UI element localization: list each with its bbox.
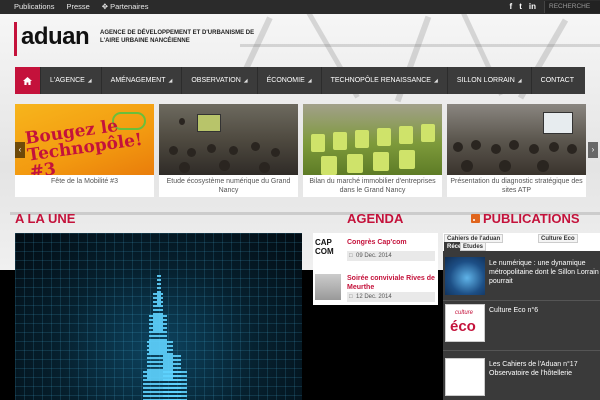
top-links: Publications Presse ✥ Partenaires: [14, 2, 148, 11]
agenda-thumbnail: CAP COM: [315, 238, 341, 264]
slide-image: [303, 104, 442, 175]
chevron-left-icon: ‹: [18, 145, 22, 154]
thumbnail-culture-text: culture: [455, 310, 474, 316]
publication-thumbnail: [445, 257, 485, 295]
slide-image: [159, 104, 298, 175]
linkedin-icon[interactable]: in: [529, 1, 536, 13]
logo-text: aduan: [21, 23, 90, 50]
tab-culture-eco[interactable]: Culture Eco: [538, 234, 578, 243]
caret-icon: ◢: [243, 77, 248, 84]
slide-immobilier[interactable]: Bilan du marché immobilier d'entreprises…: [303, 104, 442, 197]
slide-image: [447, 104, 586, 175]
slide-image-text: Bougez le Technopôle! #3: [23, 116, 144, 175]
nav-item-agence[interactable]: L'AGENCE ◢: [41, 67, 102, 94]
nav-item-economie[interactable]: ÉCONOMIE ◢: [258, 67, 322, 94]
slide-ecosysteme[interactable]: Etude écosystème numérique du Grand Nanc…: [159, 104, 298, 197]
publications-title-text: PUBLICATIONS: [483, 211, 580, 226]
agenda-title[interactable]: Congrès Cap'com: [347, 238, 437, 247]
slide-atp[interactable]: Présentation du diagnostic stratégique d…: [447, 104, 586, 197]
publication-thumbnail: culture éco: [445, 304, 485, 342]
publication-title[interactable]: Culture Eco n°6: [489, 306, 599, 315]
nav-label: AMÉNAGEMENT: [110, 77, 166, 84]
slider-next-button[interactable]: ›: [588, 142, 598, 158]
nav-label: TECHNOPÔLE RENAISSANCE: [330, 77, 431, 84]
publication-title[interactable]: Le numérique : une dynamique métropolita…: [489, 259, 599, 286]
home-icon: [23, 76, 32, 85]
main-nav: L'AGENCE ◢ AMÉNAGEMENT ◢ OBSERVATION ◢ ÉCON…: [15, 67, 585, 94]
agenda-item[interactable]: Soirée conviviale Rives de Meurthe 12 De…: [313, 269, 438, 305]
caret-icon: ◢: [307, 77, 312, 84]
slider-prev-button[interactable]: ‹: [15, 142, 25, 158]
top-link-presse[interactable]: Presse: [66, 2, 89, 11]
publication-item[interactable]: culture éco Culture Eco n°6: [443, 301, 600, 351]
nav-label: L'AGENCE: [50, 77, 85, 84]
site-tagline: Agence de développement et d'urbanisme d…: [100, 30, 255, 44]
nav-label: CONTACT: [540, 77, 574, 84]
slide-caption: Fête de la Mobilité #3: [15, 175, 154, 197]
agenda-thumbnail: [315, 274, 341, 300]
handshake-icon: ✥: [101, 2, 109, 11]
agenda-list: CAP COM Congrès Cap'com 09 Dec. 2014 Soi…: [313, 233, 438, 305]
nav-home[interactable]: [15, 67, 41, 94]
nav-label: ÉCONOMIE: [266, 77, 305, 84]
slide-caption: Présentation du diagnostic stratégique d…: [447, 175, 586, 197]
caret-icon: ◢: [168, 77, 173, 84]
nav-item-contact[interactable]: CONTACT: [532, 67, 583, 94]
publications-panel: Cahiers de l'aduan Culture Eco Récentes …: [443, 233, 600, 400]
featured-image[interactable]: [15, 233, 302, 400]
publication-item[interactable]: Le numérique : une dynamique métropolita…: [443, 253, 600, 301]
slide-image: Bougez le Technopôle! #3: [15, 104, 154, 175]
caret-icon: ◢: [517, 77, 522, 84]
rss-icon[interactable]: [471, 214, 480, 223]
agenda-date: 12 Dec. 2014: [347, 292, 435, 302]
agenda-title[interactable]: Soirée conviviale Rives de Meurthe: [347, 274, 437, 292]
publication-thumbnail: [445, 358, 485, 396]
facebook-icon[interactable]: f: [510, 1, 513, 13]
top-bar: Publications Presse ✥ Partenaires f t in …: [0, 0, 600, 14]
caret-icon: ◢: [433, 77, 438, 84]
publication-title[interactable]: Les Cahiers de l'Aduan n°17 Observatoire…: [489, 360, 599, 378]
slide-caption: Etude écosystème numérique du Grand Nanc…: [159, 175, 298, 197]
caret-icon: ◢: [87, 77, 92, 84]
section-title-publications: PUBLICATIONS: [471, 211, 580, 226]
section-title-une: A LA UNE: [15, 211, 76, 226]
section-title-agenda: AGENDA: [347, 211, 404, 226]
photo-slider: Bougez le Technopôle! #3 Fête de la Mobi…: [15, 104, 598, 197]
social-links: f t in: [510, 1, 536, 13]
nav-label: SILLON LORRAIN: [456, 77, 515, 84]
nav-item-technopole[interactable]: TECHNOPÔLE RENAISSANCE ◢: [322, 67, 448, 94]
nav-label: OBSERVATION: [191, 77, 241, 84]
publication-item[interactable]: Les Cahiers de l'Aduan n°17 Observatoire…: [443, 351, 600, 400]
nav-item-sillon-lorrain[interactable]: SILLON LORRAIN ◢: [448, 67, 532, 94]
tab-etudes[interactable]: Etudes: [460, 242, 487, 251]
chevron-right-icon: ›: [591, 145, 595, 154]
twitter-icon[interactable]: t: [519, 1, 522, 13]
top-link-publications[interactable]: Publications: [14, 2, 54, 11]
agenda-date: 09 Dec. 2014: [347, 251, 435, 261]
slide-mobilite[interactable]: Bougez le Technopôle! #3 Fête de la Mobi…: [15, 104, 154, 197]
featured-figure: [143, 275, 193, 400]
nav-item-amenagement[interactable]: AMÉNAGEMENT ◢: [102, 67, 183, 94]
top-link-partenaires-label: Partenaires: [110, 2, 149, 11]
agenda-item[interactable]: CAP COM Congrès Cap'com 09 Dec. 2014: [313, 233, 438, 269]
publications-tabs: Cahiers de l'aduan Culture Eco Récentes …: [443, 233, 600, 251]
search-input[interactable]: RECHERCHE: [544, 1, 600, 13]
nav-item-observation[interactable]: OBSERVATION ◢: [182, 67, 258, 94]
thumbnail-eco-text: éco: [450, 318, 476, 335]
top-link-partenaires[interactable]: ✥ Partenaires: [102, 2, 149, 11]
slide-caption: Bilan du marché immobilier d'entreprises…: [303, 175, 442, 197]
site-logo[interactable]: aduan: [14, 22, 90, 56]
